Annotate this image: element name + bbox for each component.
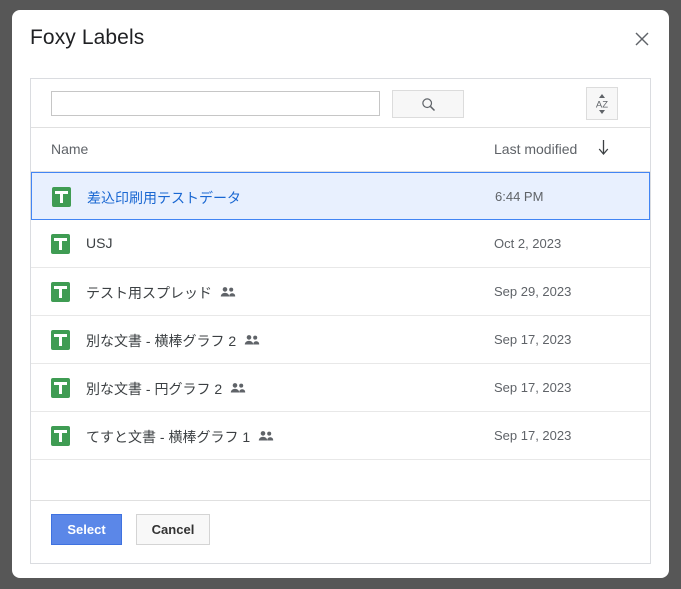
file-modified-date: 6:44 PM: [495, 189, 544, 204]
file-modified-date: Sep 17, 2023: [494, 332, 572, 347]
file-name: テスト用スプレッド: [86, 285, 212, 301]
table-row[interactable]: 差込印刷用テストデータ 6:44 PM: [31, 172, 650, 220]
dialog-header: Foxy Labels: [12, 10, 669, 72]
file-name: てすと文書 - 横棒グラフ 1: [86, 429, 251, 445]
google-sheets-icon: [51, 378, 70, 398]
table-row[interactable]: てすと文書 - 横棒グラフ 1 Sep 17, 2023: [31, 412, 650, 460]
file-picker-panel: AZ Name Last modified 差込印刷用テストデータ 6:44 PM…: [30, 78, 651, 564]
file-modified-date: Sep 17, 2023: [494, 428, 572, 443]
column-header-last-modified[interactable]: Last modified: [494, 141, 577, 157]
page-title: Foxy Labels: [30, 26, 145, 49]
table-row[interactable]: USJ Oct 2, 2023: [31, 220, 650, 268]
file-name: 別な文書 - 円グラフ 2: [86, 381, 223, 397]
table-row[interactable]: 別な文書 - 横棒グラフ 2 Sep 17, 2023: [31, 316, 650, 364]
search-button[interactable]: [392, 90, 464, 118]
cancel-button[interactable]: Cancel: [136, 514, 210, 545]
dialog-footer: Select Cancel: [31, 500, 650, 563]
shared-people-icon: [244, 333, 260, 351]
sort-alpha-icon: AZ: [596, 93, 608, 114]
google-sheets-icon: [51, 282, 70, 302]
shared-people-icon: [220, 285, 236, 303]
picker-toolbar: AZ: [31, 79, 650, 128]
close-button[interactable]: [627, 24, 657, 54]
sort-button[interactable]: AZ: [586, 87, 618, 120]
select-button[interactable]: Select: [51, 514, 122, 545]
svg-text:AZ: AZ: [596, 99, 608, 110]
shared-people-icon: [230, 381, 246, 399]
table-row[interactable]: テスト用スプレッド Sep 29, 2023: [31, 268, 650, 316]
google-sheets-icon: [51, 330, 70, 350]
arrow-down-icon: [598, 140, 609, 155]
file-modified-date: Sep 29, 2023: [494, 284, 572, 299]
google-sheets-icon: [51, 426, 70, 446]
table-row[interactable]: 別な文書 - 円グラフ 2 Sep 17, 2023: [31, 364, 650, 412]
search-icon: [421, 97, 435, 111]
sort-direction-toggle[interactable]: [597, 139, 610, 161]
file-modified-date: Sep 17, 2023: [494, 380, 572, 395]
google-sheets-icon: [52, 187, 71, 207]
close-icon: [635, 32, 649, 46]
column-header-name[interactable]: Name: [51, 141, 88, 157]
file-name: 別な文書 - 横棒グラフ 2: [86, 333, 237, 349]
file-modified-date: Oct 2, 2023: [494, 236, 562, 251]
file-picker-dialog: Foxy Labels AZ Name Last modified 差込印刷用テ…: [12, 10, 669, 578]
file-name: USJ: [86, 235, 113, 251]
google-sheets-icon: [51, 234, 70, 254]
search-input[interactable]: [51, 91, 380, 116]
file-list: 差込印刷用テストデータ 6:44 PM USJ Oct 2, 2023 テスト用スプレッ…: [31, 172, 650, 460]
column-headers: Name Last modified: [31, 128, 650, 172]
shared-people-icon: [258, 429, 274, 447]
file-name: 差込印刷用テストデータ: [87, 190, 241, 206]
